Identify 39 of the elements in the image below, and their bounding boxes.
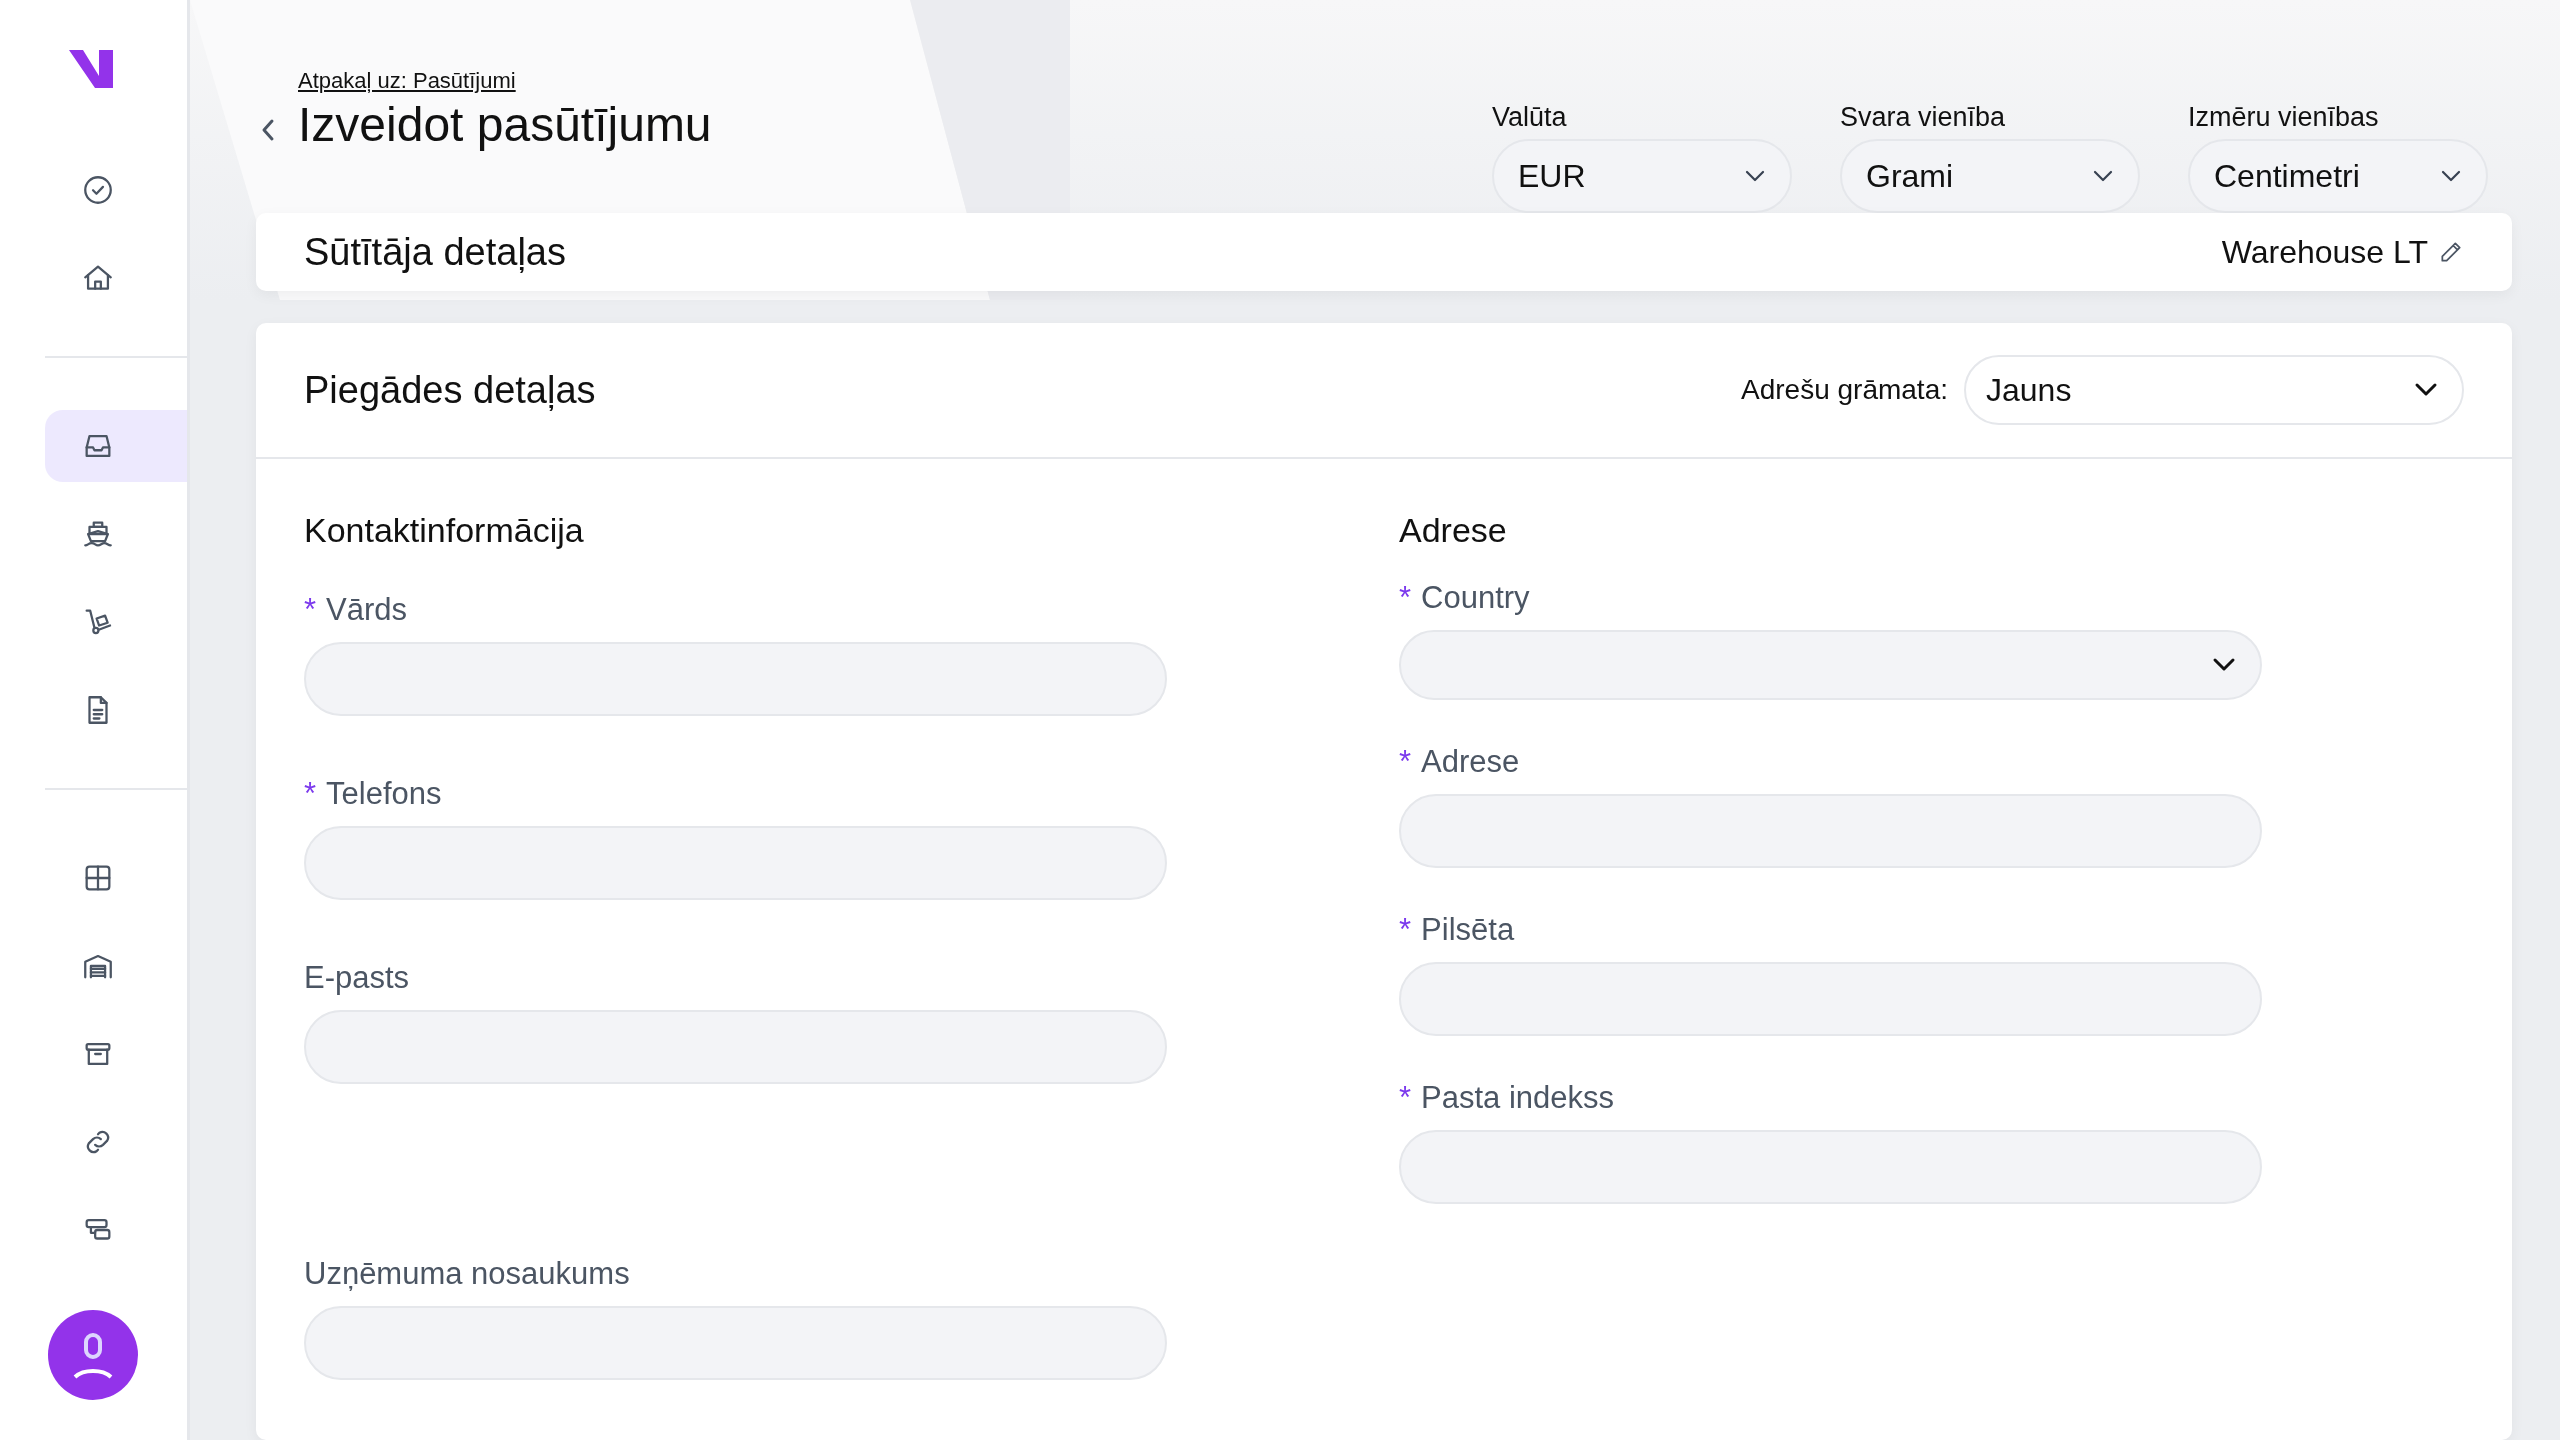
select-label: Valūta — [1492, 102, 1568, 133]
required-mark: * — [304, 776, 317, 812]
check-circle-icon — [81, 173, 115, 207]
edit-icon[interactable] — [2438, 239, 2464, 265]
sender-name: Warehouse LT — [2221, 233, 2428, 271]
section-title: Adrese — [1399, 511, 1508, 550]
address-book-dropdown[interactable]: Jauns — [1964, 355, 2464, 425]
address-book-label: Adrešu grāmata: — [1741, 374, 1948, 406]
avatar-icon[interactable] — [48, 1310, 138, 1400]
field-label: Pasta indekss — [1421, 1080, 1615, 1116]
select-label: Izmēru vienības — [2188, 102, 2380, 133]
required-mark: * — [1399, 1080, 1412, 1116]
chevron-down-icon — [2440, 169, 2462, 183]
required-mark: * — [1399, 912, 1412, 948]
select-label: Svara vienība — [1840, 102, 2007, 133]
chevron-down-icon — [2414, 382, 2438, 398]
field-label: Vārds — [326, 592, 408, 628]
page-title: Izveidot pasūtījumu — [298, 97, 712, 153]
required-mark: * — [1399, 744, 1412, 780]
chevron-down-icon — [2092, 169, 2114, 183]
field-label: E-pasts — [304, 960, 410, 996]
dropdown[interactable]: Centimetri — [2188, 139, 2488, 213]
field-label: Telefons — [326, 776, 442, 812]
sidebar-item[interactable] — [45, 410, 187, 482]
chevron-down-icon — [2212, 657, 2236, 673]
dropdown[interactable]: Grami — [1840, 139, 2140, 213]
card-title: Piegādes detaļas — [304, 368, 596, 412]
card-title: Sūtītāja detaļas — [304, 230, 566, 274]
chevron-down-icon — [1744, 169, 1766, 183]
logo-icon — [69, 50, 113, 88]
section-title: Kontaktinformācija — [304, 511, 585, 550]
field-label: Pilsēta — [1421, 912, 1515, 948]
dropdown[interactable]: EUR — [1492, 139, 1792, 213]
required-mark: * — [1399, 580, 1412, 616]
back-link[interactable]: Atpakaļ uz: Pasūtījumi — [298, 68, 712, 94]
field-label: Uzņēmuma nosaukums — [304, 1256, 630, 1292]
required-mark: * — [304, 592, 317, 628]
field-label: Adrese — [1421, 744, 1520, 780]
field-label: Country — [1421, 580, 1530, 616]
